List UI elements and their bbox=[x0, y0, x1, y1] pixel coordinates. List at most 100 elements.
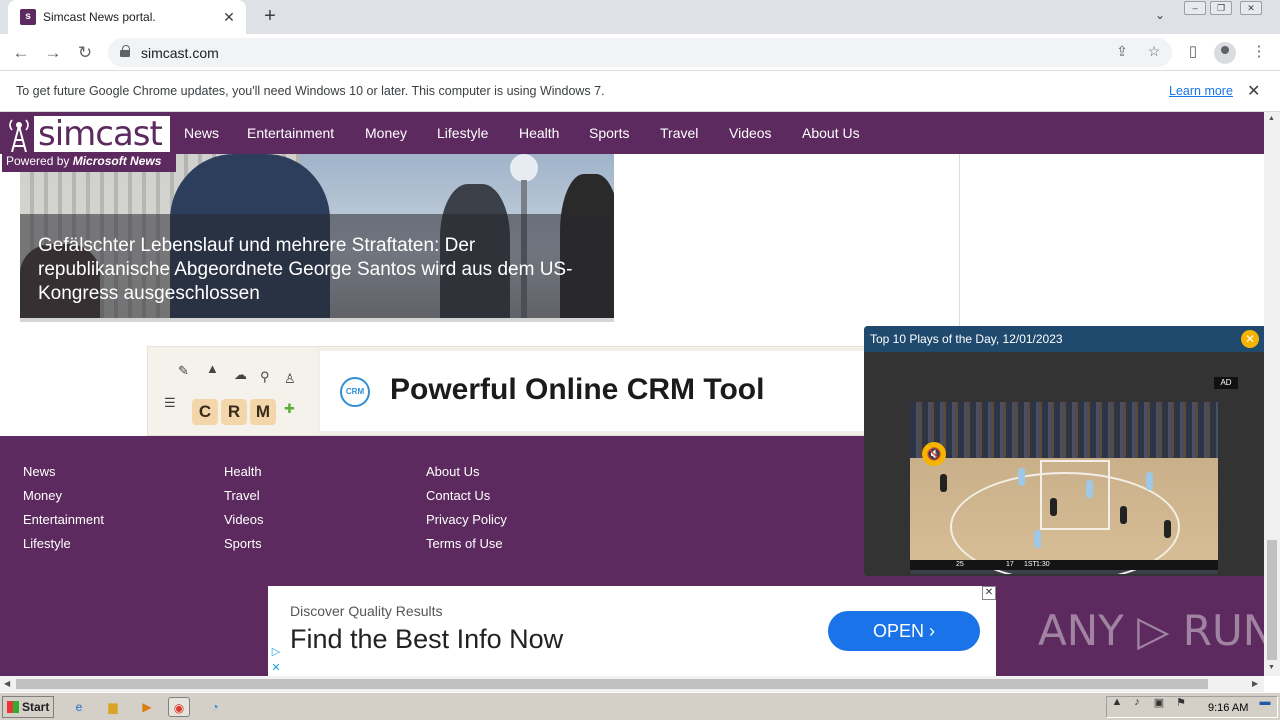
vertical-scroll-thumb[interactable] bbox=[1267, 540, 1277, 660]
nav-about-us[interactable]: About Us bbox=[802, 125, 860, 141]
video-ad-header: Top 10 Plays of the Day, 12/01/2023 ✕ bbox=[864, 326, 1264, 352]
anyrun-watermark: ANY ▷ RUN bbox=[1038, 606, 1264, 655]
edge-icon[interactable]: ◔ bbox=[204, 697, 226, 717]
tab-title: Simcast News portal. bbox=[43, 10, 156, 24]
score-clock: 1:30 bbox=[1036, 561, 1050, 568]
footer-link-sports[interactable]: Sports bbox=[224, 536, 262, 551]
footer-link-videos[interactable]: Videos bbox=[224, 512, 264, 527]
footer-link-about-us[interactable]: About Us bbox=[426, 464, 479, 479]
score-bar: 25 17 1ST 1:30 bbox=[910, 560, 1218, 570]
folder-icon[interactable]: ▆ bbox=[102, 697, 124, 717]
profile-icon[interactable] bbox=[1214, 42, 1236, 64]
footer-link-entertainment[interactable]: Entertainment bbox=[23, 512, 104, 527]
nav-entertainment[interactable]: Entertainment bbox=[247, 125, 334, 141]
footer-link-privacy-policy[interactable]: Privacy Policy bbox=[426, 512, 507, 527]
bottom-ad-close-icon[interactable]: ✕ bbox=[982, 586, 996, 600]
scroll-left-icon[interactable]: ◀ bbox=[4, 679, 10, 688]
crm-ad-banner[interactable]: ✎ ▲ ☁ ⚲ ♙ ☰ C R M ✚ CRM Powerful Online … bbox=[147, 346, 890, 436]
internet-explorer-icon[interactable]: e bbox=[68, 697, 90, 717]
new-tab-button[interactable]: + bbox=[258, 5, 282, 29]
bottom-ad-subtitle: Discover Quality Results bbox=[290, 603, 443, 619]
video-close-icon[interactable]: ✕ bbox=[1241, 330, 1259, 348]
minimize-button[interactable]: – bbox=[1184, 1, 1206, 15]
footer-link-travel[interactable]: Travel bbox=[224, 488, 260, 503]
url-text[interactable]: simcast.com bbox=[141, 45, 219, 61]
score-period: 1ST bbox=[1024, 561, 1037, 568]
nav-news[interactable]: News bbox=[184, 125, 219, 141]
powered-by: Powered by Microsoft News bbox=[6, 154, 162, 168]
nav-sports[interactable]: Sports bbox=[589, 125, 629, 141]
nav-videos[interactable]: Videos bbox=[729, 125, 772, 141]
menu-icon[interactable]: ⋮ bbox=[1248, 42, 1270, 64]
tab-close-icon[interactable]: ✕ bbox=[220, 8, 238, 26]
footer-link-news[interactable]: News bbox=[23, 464, 56, 479]
network-icon[interactable]: ▣ bbox=[1152, 696, 1166, 710]
ad-label-badge: AD bbox=[1214, 377, 1238, 389]
tray-expand-icon[interactable]: ▲ bbox=[1110, 696, 1124, 710]
learn-more-link[interactable]: Learn more bbox=[1169, 84, 1233, 98]
windows-taskbar: Start e ▆ ▶ ◉ ◔ ▲ ♪ ▣ ⚑ 9:16 AM ▬ bbox=[0, 692, 1280, 720]
scroll-up-icon[interactable]: ▲ bbox=[1268, 115, 1275, 122]
windows-logo-icon bbox=[7, 701, 19, 713]
site-header: News Entertainment Money Lifestyle Healt… bbox=[0, 112, 1264, 154]
media-player-icon[interactable]: ▶ bbox=[136, 697, 158, 717]
browser-toolbar: ← → ↻ simcast.com ⇪ ☆ ▯ ⋮ bbox=[0, 34, 1280, 71]
nav-money[interactable]: Money bbox=[365, 125, 407, 141]
restore-button[interactable]: ❐ bbox=[1210, 1, 1232, 15]
scroll-right-icon[interactable]: ▶ bbox=[1252, 679, 1258, 688]
reload-icon[interactable]: ↻ bbox=[72, 40, 98, 66]
taskbar-clock[interactable]: 9:16 AM bbox=[1208, 702, 1248, 714]
share-icon[interactable]: ⇪ bbox=[1112, 43, 1132, 63]
vertical-scrollbar[interactable]: ▲ ▼ bbox=[1264, 112, 1280, 676]
site-logo[interactable]: simcast Powered by Microsoft News bbox=[2, 114, 176, 172]
crm-logo-icon: CRM bbox=[340, 377, 370, 407]
radio-tower-icon bbox=[9, 119, 29, 152]
page-viewport: News Entertainment Money Lifestyle Healt… bbox=[0, 112, 1264, 676]
infobar-message: To get future Google Chrome updates, you… bbox=[16, 84, 605, 98]
chevron-right-icon: › bbox=[929, 621, 936, 641]
site-favicon-icon: s bbox=[20, 9, 36, 25]
chrome-icon[interactable]: ◉ bbox=[168, 697, 190, 717]
tab-active[interactable]: s Simcast News portal. ✕ bbox=[8, 0, 246, 34]
horizontal-scroll-thumb[interactable] bbox=[16, 679, 1208, 689]
logo-wordmark: simcast bbox=[34, 114, 170, 154]
volume-icon[interactable]: ♪ bbox=[1130, 696, 1144, 710]
forward-icon[interactable]: → bbox=[40, 40, 66, 66]
nav-travel[interactable]: Travel bbox=[660, 125, 698, 141]
hero-article[interactable]: Gefälschter Lebenslauf und mehrere Straf… bbox=[20, 154, 614, 318]
sidebar-icon[interactable]: ▯ bbox=[1182, 42, 1204, 64]
adchoices-icon[interactable]: ▷ ✕ bbox=[268, 644, 284, 676]
lock-icon[interactable] bbox=[120, 45, 130, 57]
video-ad-title: Top 10 Plays of the Day, 12/01/2023 bbox=[870, 332, 1063, 346]
footer-link-money[interactable]: Money bbox=[23, 488, 62, 503]
back-icon[interactable]: ← bbox=[8, 40, 34, 66]
video-frame[interactable]: 25 17 1ST 1:30 🔇 bbox=[910, 402, 1218, 574]
start-button[interactable]: Start bbox=[2, 696, 54, 718]
mute-icon[interactable]: 🔇 bbox=[922, 442, 946, 466]
crm-ad-title[interactable]: Powerful Online CRM Tool bbox=[390, 373, 764, 407]
score-away: 17 bbox=[1006, 561, 1014, 568]
footer-link-contact-us[interactable]: Contact Us bbox=[426, 488, 490, 503]
footer-link-health[interactable]: Health bbox=[224, 464, 262, 479]
nav-health[interactable]: Health bbox=[519, 125, 559, 141]
puzzle-icon: ✚ bbox=[284, 401, 295, 416]
star-icon[interactable]: ☆ bbox=[1144, 43, 1164, 63]
hero-headline[interactable]: Gefälschter Lebenslauf und mehrere Straf… bbox=[38, 234, 602, 306]
flag-icon[interactable]: ⚑ bbox=[1174, 696, 1188, 710]
close-window-button[interactable]: ✕ bbox=[1240, 1, 1262, 15]
infobar-close-icon[interactable]: ✕ bbox=[1247, 81, 1260, 101]
scroll-down-icon[interactable]: ▼ bbox=[1268, 664, 1275, 671]
address-bar[interactable]: simcast.com ⇪ ☆ bbox=[108, 38, 1172, 67]
horizontal-scrollbar[interactable]: ◀ ▶ bbox=[0, 676, 1264, 692]
tab-search-chevron-icon[interactable]: ⌄ bbox=[1150, 8, 1170, 28]
footer-link-terms-of-use[interactable]: Terms of Use bbox=[426, 536, 503, 551]
footer-link-lifestyle[interactable]: Lifestyle bbox=[23, 536, 71, 551]
nav-lifestyle[interactable]: Lifestyle bbox=[437, 125, 488, 141]
open-button[interactable]: OPEN › bbox=[828, 611, 980, 651]
bottom-ad-banner[interactable]: Discover Quality Results Find the Best I… bbox=[268, 586, 996, 676]
show-desktop-icon[interactable]: ▬ bbox=[1258, 696, 1272, 710]
update-infobar: To get future Google Chrome updates, you… bbox=[0, 71, 1280, 112]
tab-strip: s Simcast News portal. ✕ + ⌄ – ❐ ✕ bbox=[0, 0, 1280, 34]
video-ad-player[interactable]: Top 10 Plays of the Day, 12/01/2023 ✕ AD… bbox=[864, 326, 1264, 576]
score-home: 25 bbox=[956, 561, 964, 568]
